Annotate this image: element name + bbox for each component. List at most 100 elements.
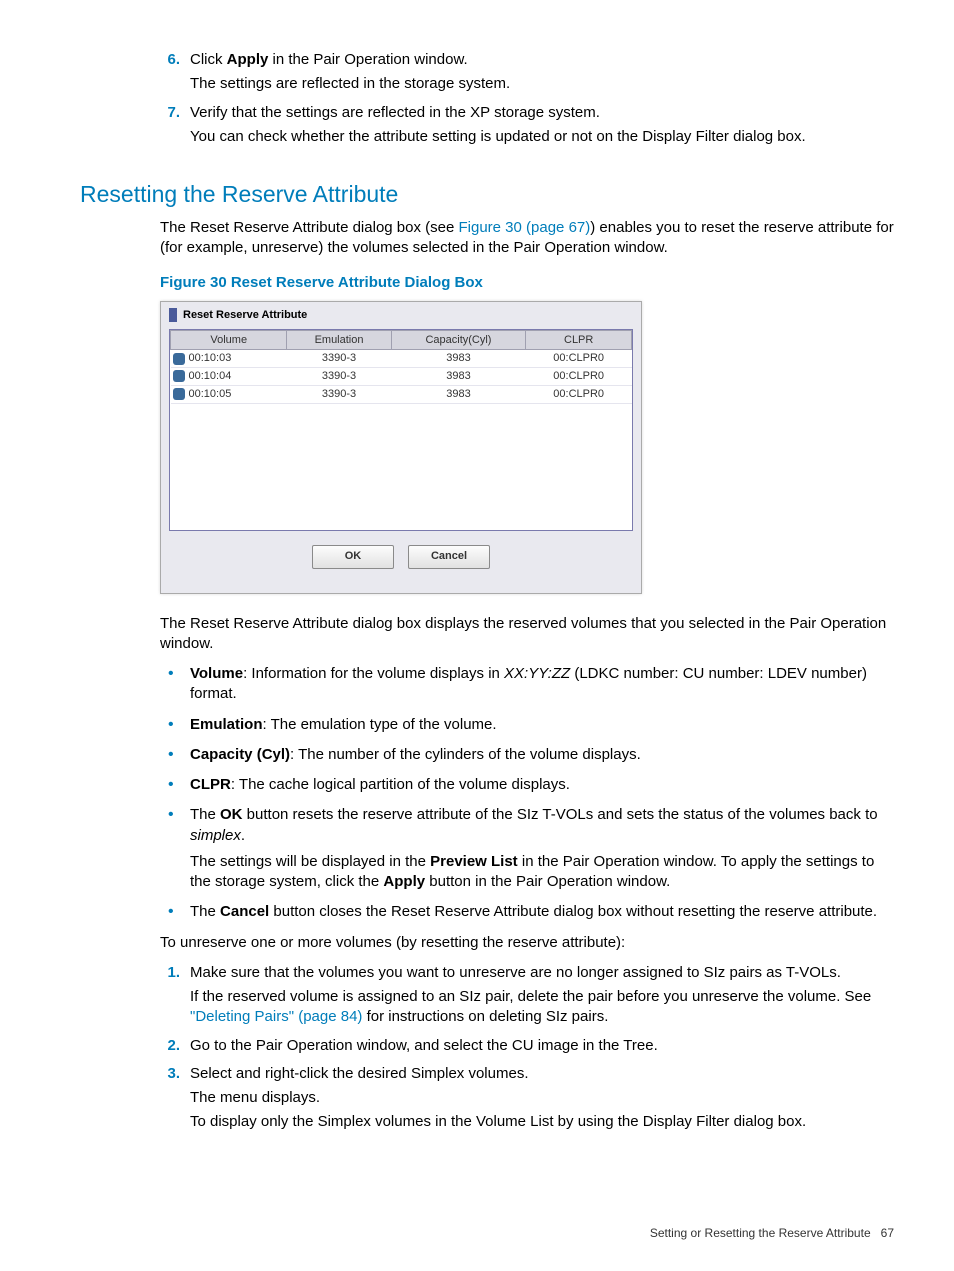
volume-icon (173, 370, 185, 382)
cell: 3390-3 (287, 368, 391, 386)
text: in the Pair Operation window. (268, 51, 467, 68)
text: You can check whether the attribute sett… (190, 127, 894, 147)
text: The settings are reflected in the storag… (190, 74, 894, 94)
text: Make sure that the volumes you want to u… (190, 963, 894, 983)
text: for instructions on deleting SIz pairs. (362, 1008, 608, 1025)
text: The settings will be displayed in the (190, 853, 430, 870)
cancel-button[interactable]: Cancel (408, 545, 490, 569)
volume-icon (173, 388, 185, 400)
cell: 00:10:05 (189, 388, 232, 400)
text: button resets the reserve attribute of t… (243, 806, 878, 823)
cell: 00:10:03 (189, 352, 232, 364)
col-volume[interactable]: Volume (171, 330, 287, 350)
text: : The cache logical partition of the vol… (231, 776, 570, 793)
bold-text: Cancel (220, 903, 269, 920)
table-header-row: Volume Emulation Capacity(Cyl) CLPR (171, 330, 632, 350)
page: 6. Click Apply in the Pair Operation win… (0, 0, 954, 1271)
text: If the reserved volume is assigned to an… (190, 988, 871, 1005)
text: To display only the Simplex volumes in t… (190, 1112, 894, 1132)
cell: 00:10:04 (189, 370, 232, 382)
list-item: Emulation: The emulation type of the vol… (160, 715, 894, 735)
step-7: 7. Verify that the settings are reflecte… (80, 103, 894, 152)
col-capacity[interactable]: Capacity(Cyl) (391, 330, 526, 350)
step-number: 3. (150, 1064, 190, 1137)
text: button closes the Reset Reserve Attribut… (269, 903, 877, 920)
intro-paragraph: The Reset Reserve Attribute dialog box (… (160, 218, 894, 259)
italic-text: simplex (190, 827, 241, 844)
page-footer: Setting or Resetting the Reserve Attribu… (650, 1225, 894, 1241)
step-body: Go to the Pair Operation window, and sel… (190, 1036, 894, 1060)
table-row[interactable]: 00:10:03 3390-3 3983 00:CLPR0 (171, 350, 632, 368)
text: The (190, 806, 220, 823)
bold-text: OK (220, 806, 243, 823)
reset-reserve-dialog: Reset Reserve Attribute Volume Emulation… (160, 301, 642, 594)
dialog-button-row: OK Cancel (161, 531, 641, 593)
step-number: 6. (150, 50, 190, 99)
bold-text: Apply (227, 51, 269, 68)
section-heading: Resetting the Reserve Attribute (80, 179, 894, 210)
table-row[interactable]: 00:10:04 3390-3 3983 00:CLPR0 (171, 368, 632, 386)
cell: 00:CLPR0 (526, 368, 632, 386)
bold-text: Emulation (190, 716, 263, 733)
cell: 3983 (391, 368, 526, 386)
step-number: 1. (150, 963, 190, 1032)
col-clpr[interactable]: CLPR (526, 330, 632, 350)
text: : The emulation type of the volume. (263, 716, 497, 733)
italic-text: XX:YY:ZZ (504, 665, 570, 682)
cell: 3983 (391, 350, 526, 368)
text: Verify that the settings are reflected i… (190, 103, 894, 123)
text: The (190, 903, 220, 920)
step-number: 2. (150, 1036, 190, 1060)
step-body: Select and right-click the desired Simpl… (190, 1064, 894, 1137)
volume-icon (173, 353, 185, 365)
figure-link[interactable]: Figure 30 (page 67) (459, 219, 591, 236)
step-number: 7. (150, 103, 190, 152)
list-item: The Cancel button closes the Reset Reser… (160, 902, 894, 922)
list-item: The OK button resets the reserve attribu… (160, 805, 894, 892)
dialog-title-text: Reset Reserve Attribute (183, 308, 307, 323)
step-body: Click Apply in the Pair Operation window… (190, 50, 894, 99)
step-body: Verify that the settings are reflected i… (190, 103, 894, 152)
text: button in the Pair Operation window. (425, 873, 670, 890)
step-2: 2. Go to the Pair Operation window, and … (80, 1036, 894, 1060)
text: Click (190, 51, 227, 68)
title-decoration (169, 308, 177, 322)
volume-table-container: Volume Emulation Capacity(Cyl) CLPR 00:1… (169, 329, 633, 531)
step-1: 1. Make sure that the volumes you want t… (80, 963, 894, 1032)
step-body: Make sure that the volumes you want to u… (190, 963, 894, 1032)
bold-text: Preview List (430, 853, 518, 870)
col-emulation[interactable]: Emulation (287, 330, 391, 350)
dialog-titlebar: Reset Reserve Attribute (161, 302, 641, 329)
bold-text: Capacity (Cyl) (190, 746, 290, 763)
bold-text: Apply (383, 873, 425, 890)
cell: 3390-3 (287, 350, 391, 368)
deleting-pairs-link[interactable]: "Deleting Pairs" (page 84) (190, 1008, 362, 1025)
text: : The number of the cylinders of the vol… (290, 746, 641, 763)
bold-text: Volume (190, 665, 243, 682)
ok-button[interactable]: OK (312, 545, 394, 569)
volume-table: Volume Emulation Capacity(Cyl) CLPR 00:1… (170, 330, 632, 404)
unreserve-intro: To unreserve one or more volumes (by res… (160, 933, 894, 953)
field-description-list: Volume: Information for the volume displ… (160, 664, 894, 923)
bold-text: CLPR (190, 776, 231, 793)
after-dialog-paragraph: The Reset Reserve Attribute dialog box d… (160, 614, 894, 655)
text: Select and right-click the desired Simpl… (190, 1064, 894, 1084)
text: The menu displays. (190, 1088, 894, 1108)
text: Go to the Pair Operation window, and sel… (190, 1036, 894, 1056)
page-number: 67 (881, 1226, 894, 1240)
cell: 3983 (391, 386, 526, 404)
text: : Information for the volume displays in (243, 665, 504, 682)
footer-text: Setting or Resetting the Reserve Attribu… (650, 1226, 871, 1240)
list-item: Capacity (Cyl): The number of the cylind… (160, 745, 894, 765)
cell: 3390-3 (287, 386, 391, 404)
cell: 00:CLPR0 (526, 386, 632, 404)
step-3: 3. Select and right-click the desired Si… (80, 1064, 894, 1137)
list-item: Volume: Information for the volume displ… (160, 664, 894, 705)
text: The Reset Reserve Attribute dialog box (… (160, 219, 459, 236)
list-item: CLPR: The cache logical partition of the… (160, 775, 894, 795)
figure-caption: Figure 30 Reset Reserve Attribute Dialog… (160, 273, 894, 293)
text: . (241, 827, 245, 844)
table-row[interactable]: 00:10:05 3390-3 3983 00:CLPR0 (171, 386, 632, 404)
cell: 00:CLPR0 (526, 350, 632, 368)
step-6: 6. Click Apply in the Pair Operation win… (80, 50, 894, 99)
